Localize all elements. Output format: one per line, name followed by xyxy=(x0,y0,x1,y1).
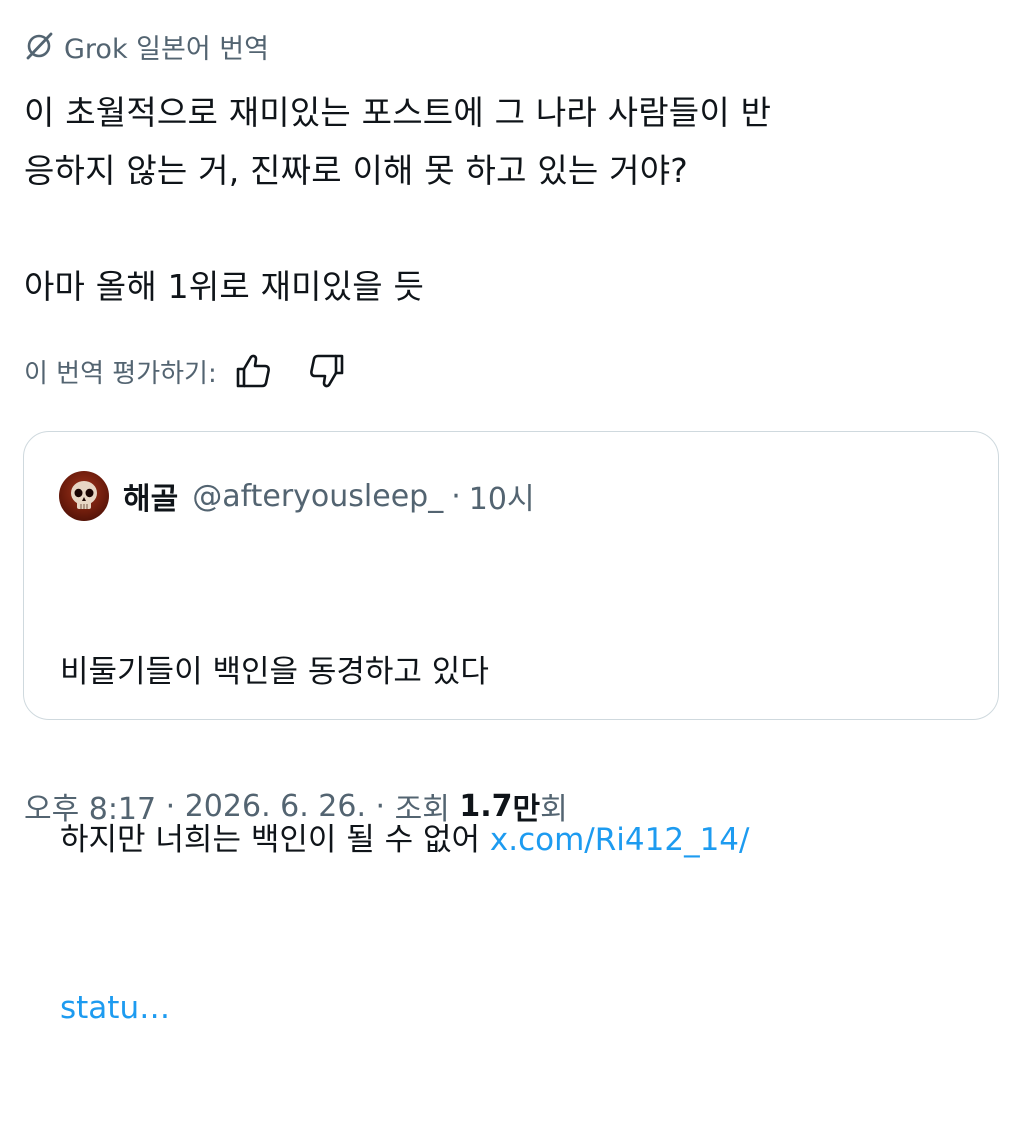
quoted-line: 비둘기들이 백인을 동경하고 있다 xyxy=(60,654,489,690)
quoted-line: statu… xyxy=(60,980,960,1036)
post-line: 아마 올해 1위로 재미있을 듯 xyxy=(24,267,425,306)
quoted-post-header: 해골 @afteryousleep_ · 10시 xyxy=(59,468,535,524)
thumbs-down-icon[interactable] xyxy=(307,351,347,391)
post-line: 응하지 않는 거, 진짜로 이해 못 하고 있는 거야? xyxy=(24,151,689,190)
post-line: 이 초월적으로 재미있는 포스트에 그 나라 사람들이 반 xyxy=(24,93,772,132)
post-line-blank xyxy=(24,200,999,258)
post-date[interactable]: 2026. 6. 26. xyxy=(185,789,366,824)
separator-dot: · xyxy=(451,478,461,514)
views-count-unit: 만 xyxy=(512,792,541,827)
thumbs-up-icon[interactable] xyxy=(233,351,273,391)
translation-label-text: Grok 일본어 번역 xyxy=(64,33,269,65)
post-meta: 오후 8:17 · 2026. 6. 26. · 조회 1.7 만 회 xyxy=(24,782,568,830)
post-time[interactable]: 오후 8:17 xyxy=(24,784,156,828)
grok-translation-label: Grok 일본어 번역 xyxy=(22,26,269,66)
quoted-author-handle[interactable]: @afteryousleep_ xyxy=(192,479,443,514)
skull-avatar[interactable] xyxy=(59,471,109,521)
quoted-post-link-continued[interactable]: statu… xyxy=(60,990,170,1026)
views-label: 조회 xyxy=(394,792,460,827)
quoted-author-name[interactable]: 해골 xyxy=(123,474,178,518)
views-suffix: 회 xyxy=(540,792,568,827)
rate-translation-label: 이 번역 평가하기: xyxy=(24,358,217,389)
views-count: 1.7 xyxy=(459,788,513,824)
post-text: 이 초월적으로 재미있는 포스트에 그 나라 사람들이 반응하지 않는 거, 진… xyxy=(24,84,999,316)
separator-dot: · xyxy=(156,788,185,824)
quoted-post-card[interactable]: 해골 @afteryousleep_ · 10시 비둘기들이 백인을 동경하고 … xyxy=(23,431,999,1026)
grok-icon xyxy=(22,29,56,63)
quoted-post-text: 비둘기들이 백인을 동경하고 있다 하지만 너희는 백인이 될 수 없어 x.c… xyxy=(60,532,960,1148)
rate-translation-row: 이 번역 평가하기: xyxy=(24,350,347,392)
separator-dot: · xyxy=(366,788,395,824)
quoted-post-time[interactable]: 10시 xyxy=(469,474,535,518)
